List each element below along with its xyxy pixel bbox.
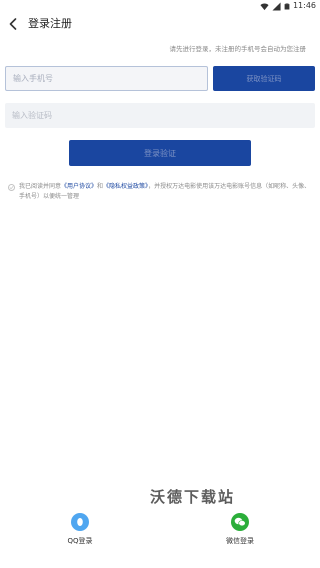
wechat-login-button[interactable]: 微信登录 bbox=[210, 513, 270, 546]
login-hint: 请先进行登录，未注册的手机号会自动为您注册 bbox=[169, 45, 307, 53]
phone-input[interactable] bbox=[5, 66, 208, 91]
top-nav: 登录注册 bbox=[0, 12, 320, 36]
back-button[interactable] bbox=[4, 15, 22, 33]
status-bar: 11:46 bbox=[0, 0, 320, 12]
status-icons: 11:46 bbox=[260, 1, 316, 11]
qq-login-label: QQ登录 bbox=[67, 537, 93, 545]
wifi-icon bbox=[260, 3, 269, 10]
wechat-login-label: 微信登录 bbox=[226, 537, 254, 545]
qq-penguin-glyph bbox=[77, 518, 83, 526]
chevron-left-icon bbox=[9, 18, 17, 30]
login-button[interactable]: 登录验证 bbox=[69, 140, 251, 166]
status-time: 11:46 bbox=[292, 1, 316, 10]
wechat-bubbles-glyph bbox=[234, 517, 246, 527]
privacy-policy-link[interactable]: 《隐私权益政策》 bbox=[103, 183, 148, 190]
wechat-icon bbox=[231, 513, 249, 531]
qq-icon bbox=[71, 513, 89, 531]
qq-login-button[interactable]: QQ登录 bbox=[50, 513, 110, 546]
get-code-button[interactable]: 获取验证码 bbox=[213, 66, 315, 91]
signal-icon bbox=[272, 1, 281, 11]
user-agreement-link[interactable]: 《用户协议》 bbox=[61, 183, 97, 190]
verification-code-input[interactable] bbox=[5, 103, 315, 128]
page-title: 登录注册 bbox=[28, 17, 72, 30]
check-icon bbox=[9, 186, 14, 190]
watermark: 沃德下载站 bbox=[150, 488, 236, 506]
agreement-prefix: 我已阅读并同意 bbox=[19, 183, 62, 190]
battery-icon bbox=[284, 3, 290, 9]
agreement-text: 我已阅读并同意《用户协议》和《隐私权益政策》，并授权万达电影使用该万达电影账号信… bbox=[8, 182, 314, 202]
agreement-checkbox[interactable] bbox=[8, 184, 15, 191]
